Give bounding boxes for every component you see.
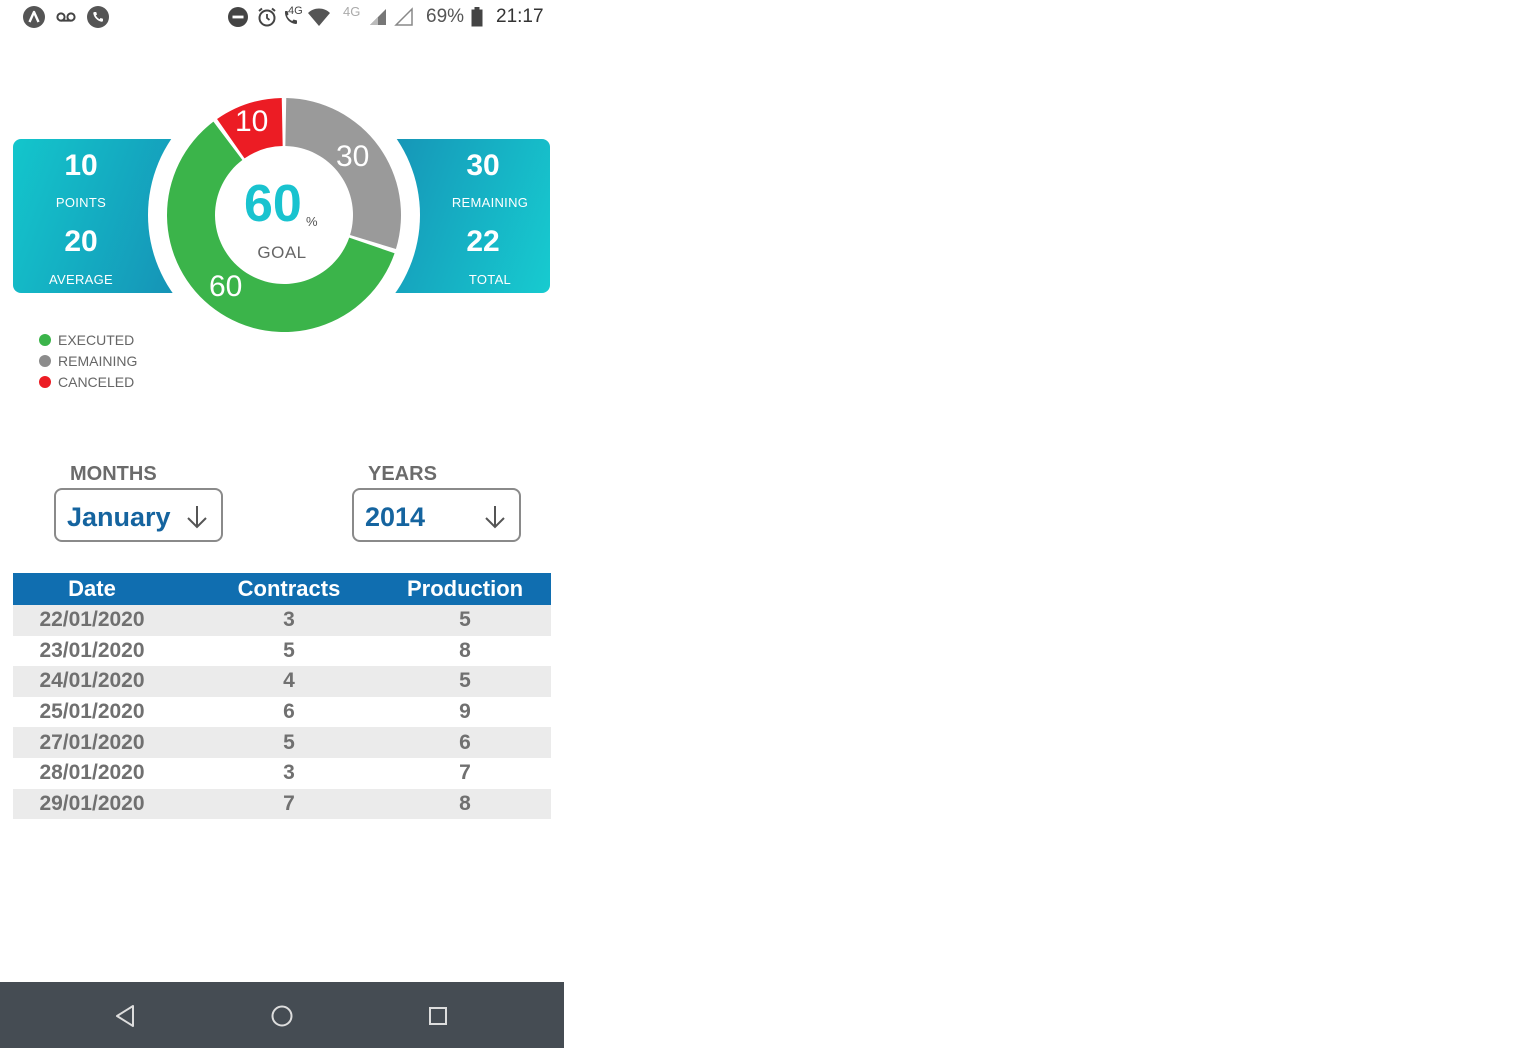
cell-contracts: 3 — [283, 608, 295, 632]
cell-production: 6 — [459, 730, 471, 754]
cell-date: 29/01/2020 — [39, 791, 145, 815]
network-type-text: 4G — [343, 4, 361, 19]
header-contracts: Contracts — [237, 576, 341, 601]
month-selected-value: January — [67, 502, 171, 532]
battery-percent-text: 69% — [426, 6, 465, 27]
year-dropdown[interactable]: 2014 — [352, 488, 521, 542]
cell-production: 5 — [459, 608, 471, 632]
system-navigation-bar — [0, 982, 564, 1048]
cell-date: 24/01/2020 — [39, 669, 145, 693]
back-triangle-icon[interactable] — [111, 1002, 139, 1030]
home-circle-icon[interactable] — [268, 1002, 296, 1030]
wifi-icon — [307, 5, 331, 29]
table-row: 24/01/2020 4 5 — [13, 666, 551, 697]
remaining-label: REMAINING — [451, 195, 529, 210]
points-label: POINTS — [55, 195, 107, 210]
average-value: 20 — [64, 225, 98, 258]
cell-production: 9 — [459, 700, 471, 724]
legend-label: EXECUTED — [58, 331, 135, 348]
voicemail-icon — [54, 5, 78, 29]
production-table: Date Contracts Production 22/01/2020 3 5… — [13, 573, 551, 820]
cell-contracts: 3 — [283, 761, 295, 785]
cell-contracts: 5 — [283, 638, 295, 662]
recents-square-icon[interactable] — [424, 1002, 452, 1030]
table-row: 25/01/2020 6 9 — [13, 697, 551, 728]
cell-contracts: 4 — [283, 669, 295, 693]
months-label: MONTHS — [70, 463, 157, 485]
table-row: 23/01/2020 5 8 — [13, 636, 551, 667]
cell-date: 23/01/2020 — [39, 638, 145, 662]
executed-segment-label: 60 — [209, 270, 243, 303]
app-screen: 4G 4G 69% 21:17 10 POINTS 20 AVERAGE 30 … — [0, 0, 564, 1048]
cell-date: 28/01/2020 — [39, 761, 145, 785]
month-dropdown[interactable]: January — [54, 488, 223, 542]
battery-icon — [465, 5, 489, 29]
alarm-icon — [255, 5, 279, 29]
call-network-text: 4G — [288, 5, 303, 17]
goal-percent-value: 60 — [244, 175, 302, 233]
cell-production: 5 — [459, 669, 471, 693]
canceled-dot-icon — [39, 375, 51, 388]
arrow-down-icon — [483, 504, 507, 535]
status-bar: 4G 4G 69% 21:17 — [0, 0, 564, 36]
goal-label: GOAL — [257, 243, 307, 262]
signal-empty-icon — [392, 5, 416, 29]
legend-item-executed: EXECUTED — [39, 329, 137, 350]
table-body: 22/01/2020 3 5 23/01/2020 5 8 24/01/2020… — [13, 605, 551, 820]
phone-call-icon — [86, 5, 110, 29]
total-value: 22 — [466, 225, 500, 258]
table-row: 27/01/2020 5 6 — [13, 727, 551, 758]
remaining-segment-label: 30 — [336, 140, 370, 173]
executed-dot-icon — [39, 333, 51, 346]
clock-text: 21:17 — [496, 6, 544, 27]
cell-contracts: 7 — [283, 791, 295, 815]
remaining-dot-icon — [39, 354, 51, 367]
header-production: Production — [407, 576, 524, 601]
cell-date: 27/01/2020 — [39, 730, 145, 754]
canceled-segment-label: 10 — [235, 105, 269, 138]
remaining-value: 30 — [466, 149, 500, 182]
average-label: AVERAGE — [49, 272, 113, 287]
signal-icon — [366, 5, 390, 29]
cell-production: 8 — [459, 638, 471, 662]
cell-production: 8 — [459, 791, 471, 815]
app-a-icon — [22, 5, 46, 29]
cell-contracts: 6 — [283, 700, 295, 724]
cell-contracts: 5 — [283, 730, 295, 754]
chart-legend: EXECUTED REMAINING CANCELED — [39, 329, 137, 392]
legend-label: CANCELED — [58, 373, 135, 390]
legend-item-remaining: REMAINING — [39, 350, 137, 371]
table-row: 28/01/2020 3 7 — [13, 758, 551, 789]
header-date: Date — [68, 576, 116, 601]
points-value: 10 — [64, 149, 98, 182]
table-row: 29/01/2020 7 8 — [13, 788, 551, 820]
year-selected-value: 2014 — [365, 502, 426, 532]
years-label: YEARS — [368, 463, 437, 485]
cell-date: 25/01/2020 — [39, 700, 145, 724]
total-label: TOTAL — [468, 272, 512, 287]
cell-date: 22/01/2020 — [39, 608, 145, 632]
do-not-disturb-icon — [226, 5, 250, 29]
goal-percent-unit: % — [306, 214, 318, 229]
table-row: 22/01/2020 3 5 — [13, 605, 551, 636]
table-header: Date Contracts Production — [13, 573, 551, 605]
legend-item-canceled: CANCELED — [39, 371, 137, 392]
cell-production: 7 — [459, 761, 471, 785]
legend-label: REMAINING — [58, 352, 138, 369]
arrow-down-icon — [185, 504, 209, 535]
